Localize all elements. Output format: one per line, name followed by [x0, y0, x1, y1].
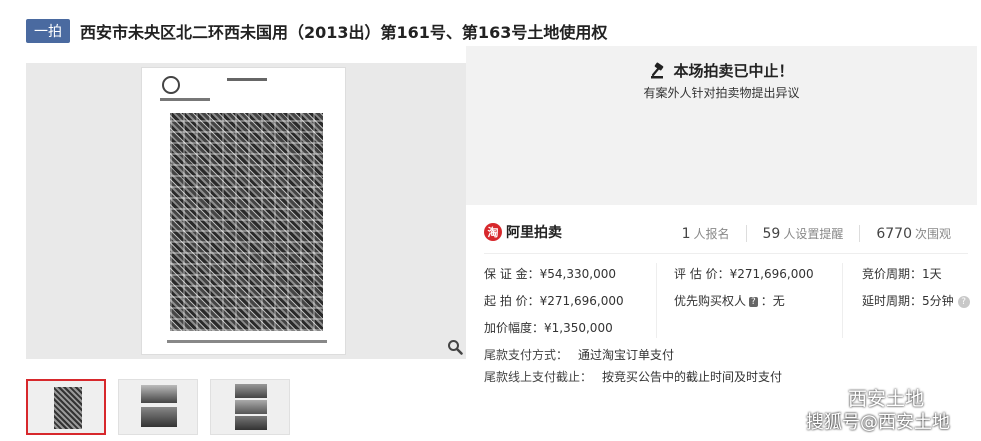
brand-name: 阿里拍卖: [506, 225, 562, 241]
extension-period: 延时周期：5分钟?: [862, 292, 970, 309]
gavel-icon: [651, 62, 664, 78]
aerial-map-image: [170, 113, 323, 331]
wechat-icon: [817, 389, 841, 406]
status-title-row: 本场拍卖已中止！: [466, 60, 977, 81]
watermark-sohu: 搜狐号@西安土地: [806, 412, 950, 433]
thumbnail-1[interactable]: [26, 379, 106, 435]
auction-page: 一拍 西安市未央区北二环西未国用（2013出）第161号、第163号土地使用权: [0, 0, 981, 441]
ali-auction-logo-icon: 淘: [484, 223, 502, 241]
stat-signups: 1 人报名: [681, 226, 730, 242]
document-logo-icon: [162, 76, 180, 94]
zoom-button[interactable]: [444, 336, 466, 358]
payment-method: 尾款支付方式： 通过淘宝订单支付: [484, 348, 675, 362]
stat-reminders: 59 人设置提醒: [745, 225, 860, 242]
document-image: [141, 67, 346, 355]
auction-status-panel: 本场拍卖已中止！ 有案外人针对拍卖物提出异议: [466, 46, 977, 205]
divider: [484, 253, 968, 254]
deposit: 保 证 金：¥54,330,000: [484, 267, 616, 281]
document-caption-line: [160, 98, 210, 101]
main-image-viewer[interactable]: [26, 63, 466, 359]
column-divider: [656, 263, 657, 338]
thumbnail-strip: [26, 379, 290, 435]
column-divider: [842, 263, 843, 338]
magnifier-icon: [448, 340, 463, 355]
appraisal-price: 评 估 价：¥271,696,000: [674, 267, 814, 281]
thumbnail-3[interactable]: [210, 379, 290, 435]
start-price: 起 拍 价：¥271,696,000: [484, 294, 624, 308]
document-footer-line: [167, 340, 327, 343]
thumbnail-2[interactable]: [118, 379, 198, 435]
priority-info-icon[interactable]: ?: [749, 296, 758, 307]
status-title: 本场拍卖已中止！: [673, 62, 794, 80]
status-subtitle: 有案外人针对拍卖物提出异议: [643, 86, 800, 100]
document-header-line: [227, 78, 267, 81]
payment-deadline: 尾款线上支付截止： 按竞买公告中的截止时间及时支付: [484, 370, 783, 384]
bid-increment: 加价幅度：¥1,350,000: [484, 321, 613, 335]
auction-stats: 1 人报名 59 人设置提醒 6770 次围观: [666, 225, 967, 242]
priority-buyer: 优先购买权人? ：无: [674, 294, 785, 308]
bid-period: 竞价周期：1天: [862, 267, 942, 281]
stat-views: 6770 次围观: [859, 225, 967, 242]
brand[interactable]: 淘 阿里拍卖: [484, 222, 562, 242]
page-title: 西安市未央区北二环西未国用（2013出）第161号、第163号土地使用权: [80, 23, 608, 42]
watermark-wechat: 西安土地: [816, 384, 924, 411]
auction-round-tag: 一拍: [26, 19, 70, 43]
title-bar: 一拍 西安市未央区北二环西未国用（2013出）第161号、第163号土地使用权: [26, 18, 607, 44]
question-icon[interactable]: ?: [957, 295, 970, 308]
